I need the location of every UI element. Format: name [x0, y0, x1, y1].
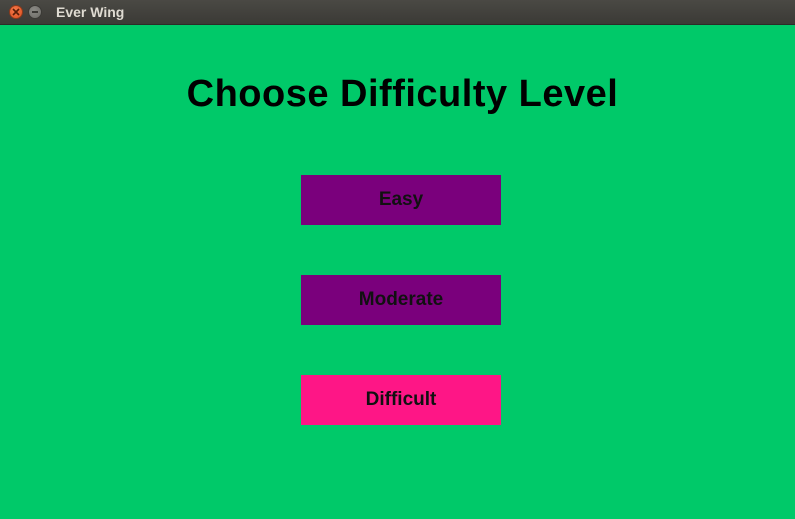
- minimize-icon[interactable]: [28, 5, 42, 19]
- page-title: Choose Difficulty Level: [186, 73, 619, 115]
- difficulty-screen: Choose Difficulty Level Easy Moderate Di…: [0, 25, 795, 519]
- app-window: Ever Wing Choose Difficulty Level Easy M…: [0, 0, 795, 519]
- moderate-button[interactable]: Moderate: [301, 275, 501, 325]
- difficult-button[interactable]: Difficult: [301, 375, 501, 425]
- easy-button[interactable]: Easy: [301, 175, 501, 225]
- title-bar[interactable]: Ever Wing: [0, 0, 795, 25]
- close-icon[interactable]: [9, 5, 23, 19]
- window-title: Ever Wing: [56, 4, 125, 20]
